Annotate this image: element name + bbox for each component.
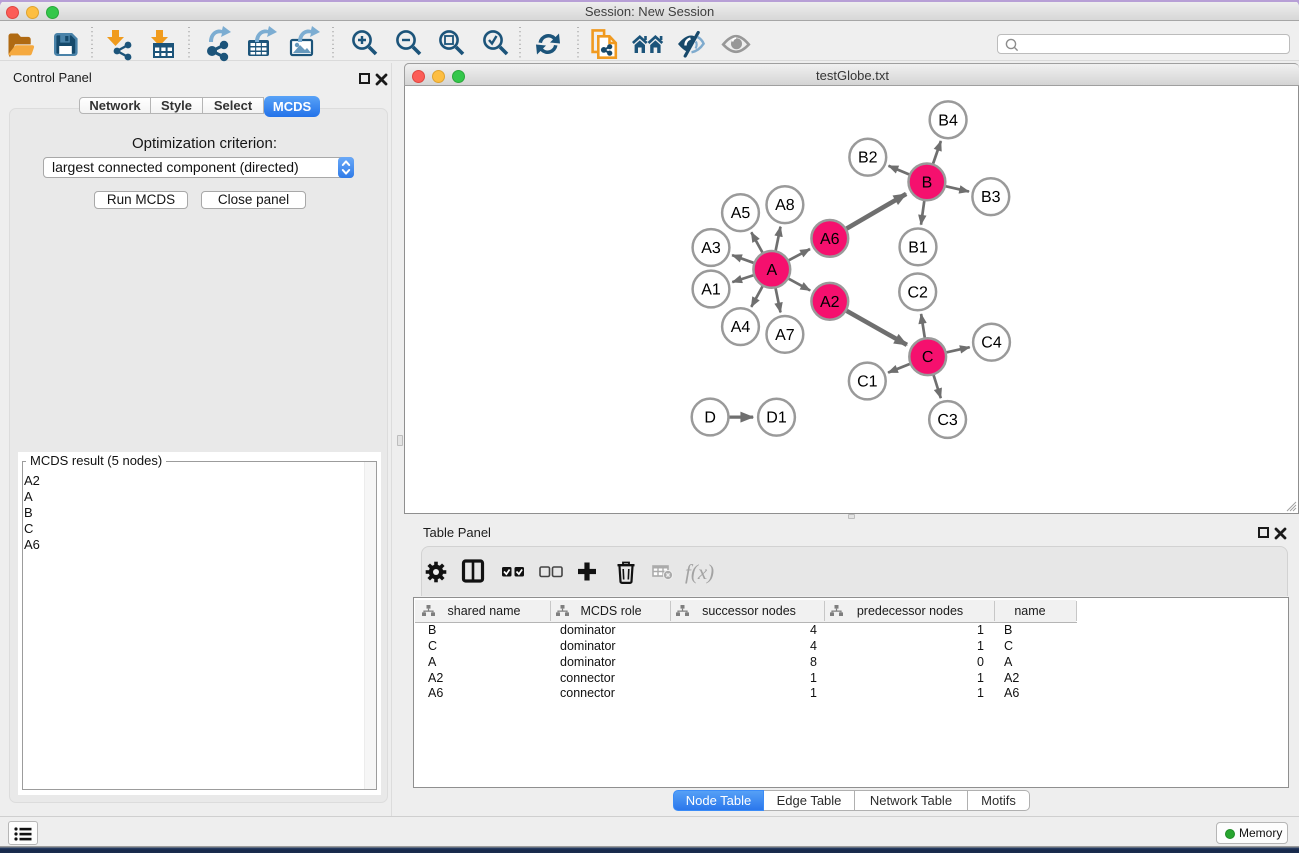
svg-text:A: A [766,262,777,279]
svg-text:shared name: shared name [448,604,521,618]
svg-text:B3: B3 [981,189,1001,206]
svg-text:C3: C3 [937,412,958,429]
svg-text:C2: C2 [907,284,928,301]
svg-text:C: C [922,349,934,366]
svg-text:8: 8 [810,655,817,669]
svg-text:B1: B1 [908,239,928,256]
svg-text:C: C [1004,639,1013,653]
svg-text:dominator: dominator [560,655,616,669]
svg-text:B: B [428,623,436,637]
svg-text:MCDS role: MCDS role [580,604,641,618]
svg-text:f(x): f(x) [685,560,714,584]
svg-text:dominator: dominator [560,623,616,637]
svg-text:C1: C1 [857,374,878,391]
svg-text:A5: A5 [731,205,751,222]
svg-text:B: B [1004,623,1012,637]
svg-text:D1: D1 [766,410,787,427]
svg-text:D: D [704,410,716,427]
svg-text:1: 1 [977,671,984,685]
svg-text:B4: B4 [938,112,958,129]
svg-text:A6: A6 [820,231,840,248]
svg-text:A6: A6 [428,686,443,700]
svg-text:A8: A8 [775,197,795,214]
svg-text:A: A [1004,655,1013,669]
svg-text:A2: A2 [820,294,840,311]
svg-text:1: 1 [977,639,984,653]
svg-text:A3: A3 [701,240,721,257]
svg-text:A2: A2 [1004,671,1019,685]
svg-text:connector: connector [560,686,615,700]
svg-text:predecessor nodes: predecessor nodes [857,604,963,618]
svg-text:C: C [428,639,437,653]
svg-text:B: B [922,174,933,191]
svg-text:1: 1 [977,686,984,700]
svg-text:A6: A6 [1004,686,1019,700]
svg-text:1: 1 [810,671,817,685]
svg-text:A2: A2 [428,671,443,685]
svg-text:4: 4 [810,639,817,653]
svg-text:A4: A4 [731,319,751,336]
svg-text:C4: C4 [981,335,1002,352]
svg-text:successor nodes: successor nodes [702,604,796,618]
svg-text:1: 1 [977,623,984,637]
svg-text:A: A [428,655,437,669]
svg-text:connector: connector [560,671,615,685]
svg-text:0: 0 [977,655,984,669]
svg-text:A7: A7 [775,327,795,344]
svg-text:dominator: dominator [560,639,616,653]
svg-text:A1: A1 [701,282,721,299]
svg-text:1: 1 [810,686,817,700]
svg-text:B2: B2 [858,150,878,167]
svg-text:4: 4 [810,623,817,637]
svg-text:name: name [1014,604,1045,618]
